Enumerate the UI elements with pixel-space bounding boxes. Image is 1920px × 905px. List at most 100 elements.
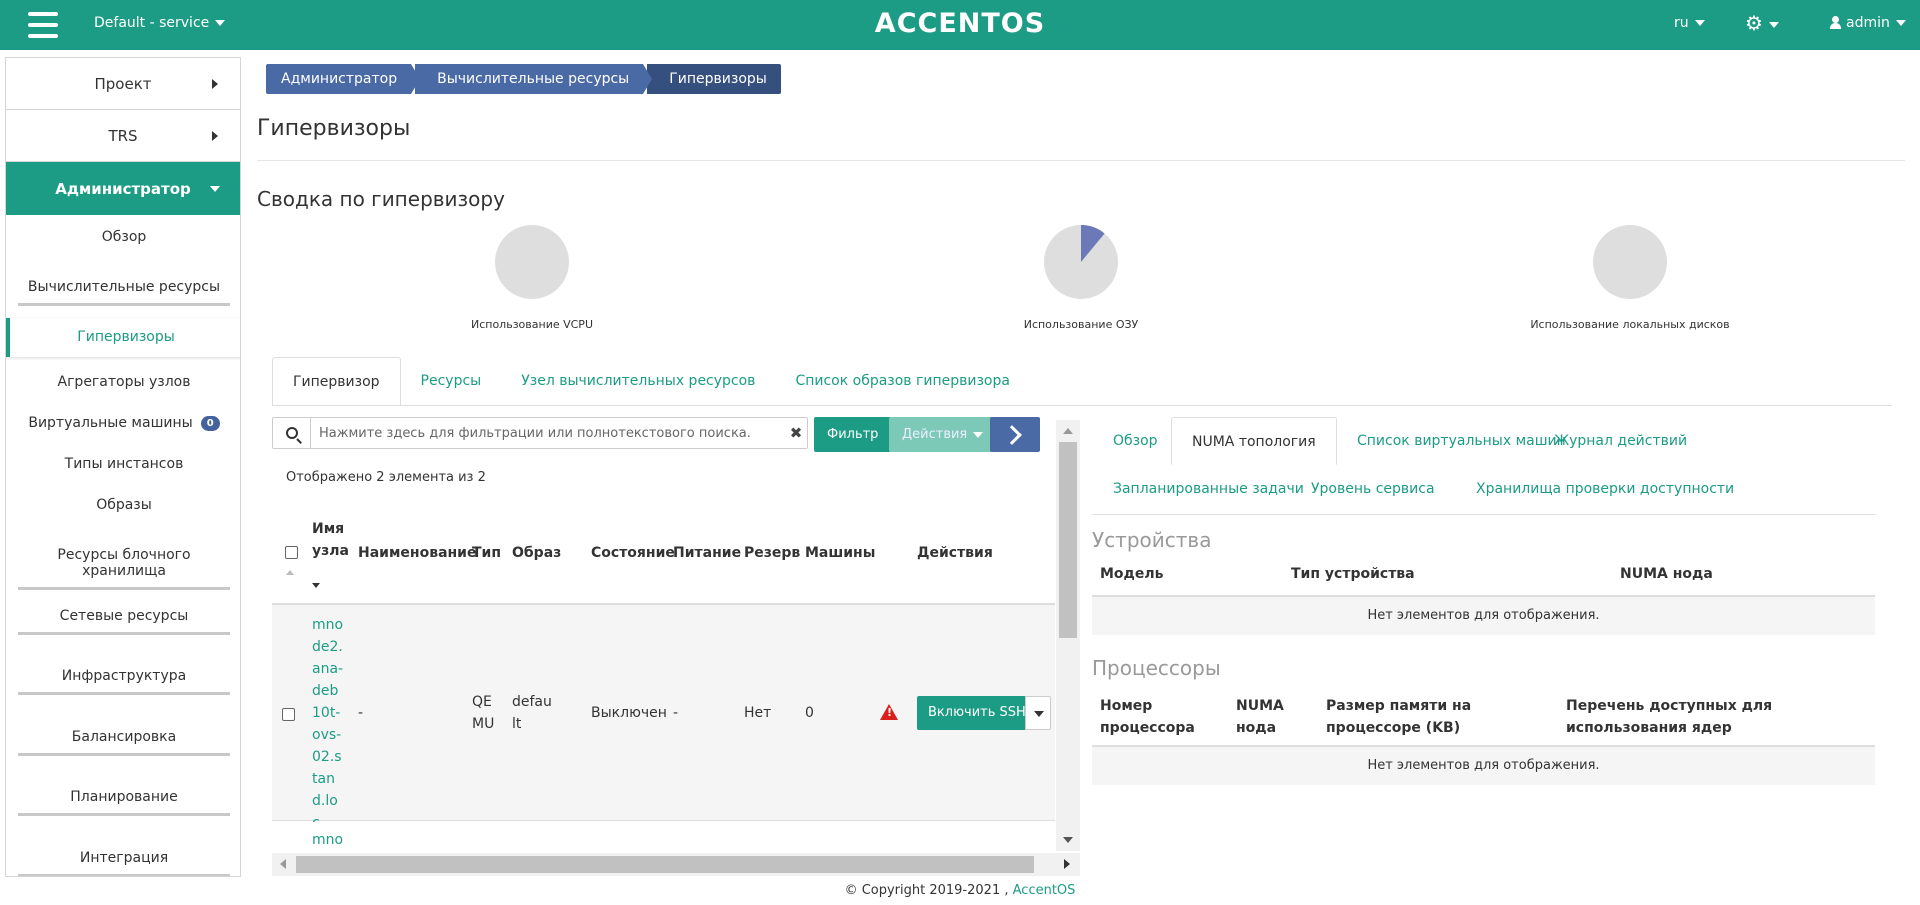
search-button[interactable] — [273, 418, 311, 448]
row-name: - — [358, 705, 364, 721]
column-host-header[interactable]: Имя узла — [312, 518, 349, 562]
summary-title: Сводка по гипервизору — [257, 187, 505, 211]
breadcrumb-item-admin[interactable]: Администратор — [266, 64, 421, 94]
breadcrumb-item-hypervisors[interactable]: Гипервизоры — [647, 64, 781, 94]
filter-button[interactable]: Фильтр — [814, 417, 892, 452]
sidebar-item-images[interactable]: Образы — [6, 497, 240, 513]
column-image-header[interactable]: Образ — [512, 545, 561, 561]
horizontal-scroll-thumb[interactable] — [296, 856, 1034, 873]
vcpu-pie-chart — [495, 225, 569, 299]
sidebar-item-label: TRS — [108, 126, 138, 145]
tab-scheduled-tasks[interactable]: Запланированные задачи — [1093, 465, 1324, 513]
tabs-divider — [272, 405, 1892, 406]
breadcrumb-item-compute[interactable]: Вычислительные ресурсы — [415, 64, 653, 94]
vms-count-badge: 0 — [200, 416, 220, 431]
scroll-down-icon[interactable] — [1063, 837, 1073, 843]
cpu-column-number: Номер процессора — [1100, 698, 1195, 736]
sidebar-item-aggregates[interactable]: Агрегаторы узлов — [6, 374, 240, 390]
main-tabs: Гипервизор Ресурсы Узел вычислительных р… — [272, 357, 1030, 406]
chevron-right-icon — [1002, 424, 1022, 445]
scroll-up-icon[interactable] — [1063, 428, 1073, 434]
sidebar-item-flavors[interactable]: Типы инстансов — [6, 456, 240, 472]
column-type-header[interactable]: Тип — [472, 545, 501, 561]
sidebar: Проект TRS Администратор Обзор Вычислите… — [5, 57, 241, 877]
sidebar-item-vms[interactable]: Виртуальные машины 0 — [6, 415, 240, 431]
detail-tabs-divider — [1093, 514, 1875, 515]
row-checkbox[interactable] — [282, 708, 295, 721]
horizontal-scrollbar[interactable] — [272, 853, 1080, 876]
scroll-right-icon[interactable] — [1064, 859, 1070, 869]
tab-resources[interactable]: Ресурсы — [401, 357, 502, 406]
devices-empty-message: Нет элементов для отображения. — [1092, 597, 1875, 635]
sidebar-group-planning[interactable]: Планирование — [18, 789, 230, 816]
column-name-header[interactable]: Наименование — [358, 545, 477, 561]
chevron-right-icon — [212, 131, 218, 141]
user-menu[interactable]: admin — [1830, 15, 1906, 31]
user-name: admin — [1846, 15, 1890, 31]
ram-pie-chart — [1044, 225, 1118, 299]
sidebar-group-network[interactable]: Сетевые ресурсы — [18, 608, 230, 635]
sidebar-item-hypervisors[interactable]: Гипервизоры — [6, 318, 240, 357]
devices-section-title: Устройства — [1092, 528, 1212, 552]
pie-ram: Использование ОЗУ — [961, 224, 1201, 331]
language-label: ru — [1674, 15, 1689, 31]
sidebar-item-trs[interactable]: TRS — [6, 110, 240, 162]
tab-hypervisor-images[interactable]: Список образов гипервизора — [775, 357, 1030, 406]
clear-search-icon[interactable]: ✖ — [785, 424, 807, 442]
row-actions-dropdown[interactable] — [1025, 696, 1051, 730]
sort-asc-icon[interactable] — [286, 570, 294, 575]
sidebar-group-balancing[interactable]: Балансировка — [18, 729, 230, 756]
tab-action-log[interactable]: Журнал действий — [1534, 417, 1707, 465]
row-type: QEMU — [472, 694, 495, 732]
sidebar-item-overview[interactable]: Обзор — [6, 229, 240, 245]
project-selector[interactable]: Default - service — [94, 15, 226, 31]
sidebar-item-admin[interactable]: Администратор — [6, 162, 240, 215]
pie-disk: Использование локальных дисков — [1510, 224, 1750, 331]
devices-column-model: Модель — [1100, 566, 1164, 582]
tab-availability-storages[interactable]: Хранилища проверки доступности — [1456, 465, 1754, 513]
table-header: Имя узла Наименование Тип Образ Состояни… — [272, 509, 1055, 605]
vertical-scrollbar[interactable] — [1056, 420, 1080, 851]
chevron-right-icon — [212, 79, 218, 89]
row-machines: 0 — [805, 705, 814, 721]
host-link[interactable]: mnode2.ana-deb10t-ovs-02.stand.loc — [312, 614, 344, 834]
search-input[interactable] — [311, 419, 785, 447]
scroll-left-icon[interactable] — [280, 859, 286, 869]
accentos-link[interactable]: AccentOS — [1013, 883, 1076, 898]
caret-down-icon — [1034, 711, 1044, 717]
column-power-header[interactable]: Питание — [673, 545, 741, 561]
tab-compute-node[interactable]: Узел вычислительных ресурсов — [501, 357, 775, 406]
project-selector-label: Default - service — [94, 15, 210, 31]
sidebar-item-compute[interactable]: Вычислительные ресурсы — [18, 279, 230, 306]
select-all-checkbox[interactable] — [285, 546, 298, 559]
tab-overview[interactable]: Обзор — [1093, 417, 1178, 465]
sidebar-item-label: Проект — [94, 74, 152, 93]
tab-hypervisor[interactable]: Гипервизор — [272, 357, 401, 406]
settings-menu[interactable]: ⚙ — [1745, 11, 1779, 35]
cpu-empty-message: Нет элементов для отображения. — [1092, 747, 1875, 785]
cpu-section-title: Процессоры — [1092, 656, 1221, 680]
column-state-header[interactable]: Состояние — [591, 545, 675, 561]
sidebar-item-project[interactable]: Проект — [6, 58, 240, 110]
hamburger-menu-icon[interactable] — [28, 12, 58, 38]
row-state: Выключен — [591, 705, 667, 721]
devices-table-header: Модель Тип устройства NUMA нода — [1092, 561, 1875, 597]
vertical-scroll-thumb[interactable] — [1059, 442, 1077, 638]
enable-ssh-button[interactable]: Включить SSH — [917, 696, 1037, 730]
tab-numa-topology[interactable]: NUMA топология — [1171, 417, 1337, 465]
sort-desc-icon[interactable] — [312, 583, 320, 588]
tab-service-level[interactable]: Уровень сервиса — [1291, 465, 1455, 513]
sidebar-group-infrastructure[interactable]: Инфраструктура — [18, 668, 230, 695]
language-selector[interactable]: ru — [1674, 15, 1705, 31]
sidebar-item-label: Администратор — [55, 179, 191, 198]
table-row: mnode2.ana-deb10t-ovs-02.stand.loc - QEM… — [272, 605, 1055, 831]
sidebar-group-integration[interactable]: Интеграция — [18, 850, 230, 876]
breadcrumb: Администратор Вычислительные ресурсы Гип… — [266, 64, 785, 94]
column-machines-header[interactable]: Машины — [805, 545, 875, 561]
expand-panel-button[interactable] — [990, 417, 1040, 452]
actions-button[interactable]: Действия — [889, 417, 997, 452]
column-reserve-header[interactable]: Резерв — [744, 545, 800, 561]
copyright-text: © Copyright 2019-2021 , — [844, 883, 1009, 898]
sidebar-group-block-storage[interactable]: Ресурсы блочного хранилища — [18, 547, 230, 590]
disk-pie-chart — [1593, 225, 1667, 299]
